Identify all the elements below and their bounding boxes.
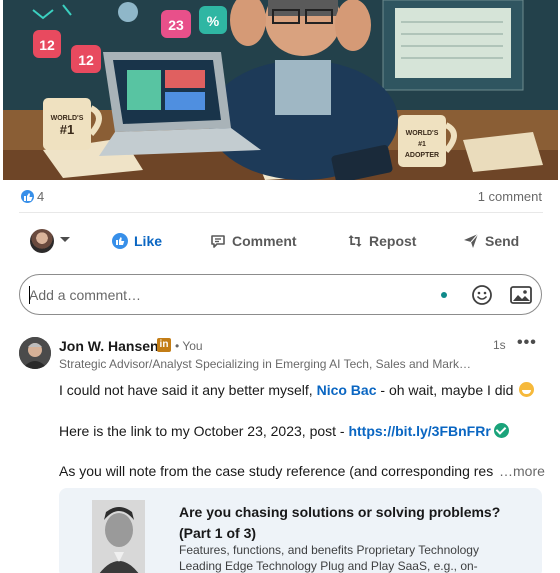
send-icon [464, 233, 479, 248]
comment-composer[interactable] [19, 274, 542, 315]
comment-timestamp: 1s [493, 338, 506, 352]
see-more-button[interactable]: …more [499, 463, 545, 479]
repost-label: Repost [369, 233, 417, 249]
comment-icon [211, 235, 225, 248]
comment-count[interactable]: 1 comment [478, 189, 542, 204]
send-label: Send [485, 233, 520, 249]
svg-text:WORLD'S: WORLD'S [51, 115, 84, 122]
comment-text-line2: Here is the link to my October 23, 2023,… [59, 423, 509, 439]
link-preview-card[interactable]: Are you chasing solutions or solving pro… [59, 488, 542, 573]
actor-avatar[interactable] [30, 229, 54, 253]
thumbs-up-icon [112, 233, 128, 249]
grinning-face-icon [519, 382, 535, 397]
divider [19, 212, 543, 213]
svg-text:#1: #1 [60, 122, 74, 137]
like-reaction-icon[interactable] [20, 189, 35, 204]
preview-title[interactable]: Are you chasing solutions or solving pro… [179, 502, 529, 544]
like-button[interactable]: Like [112, 230, 162, 252]
send-button[interactable]: Send [463, 230, 519, 252]
like-label: Like [134, 233, 163, 249]
emoji-icon[interactable] [471, 284, 493, 306]
preview-description: Features, functions, and benefits Propri… [179, 543, 479, 573]
mention-link[interactable]: Nico Bac [317, 382, 377, 398]
comment-text: I could not have said it any better myse… [59, 382, 317, 398]
post-actions: Like Comment Repost Send [20, 222, 542, 260]
svg-text:#1: #1 [418, 141, 426, 148]
repost-button[interactable]: Repost [347, 230, 416, 252]
comment-text-line3: As you will note from the case study ref… [59, 463, 494, 479]
svg-text:WORLD'S: WORLD'S [406, 130, 439, 137]
comment-input[interactable] [29, 284, 429, 306]
stressed-worker-illustration: 12 12 23 % WORLD'S #1 WORLD'S #1 ADOPTER [3, 0, 558, 180]
text-caret [29, 286, 30, 304]
comment-label: Comment [232, 233, 297, 249]
svg-text:12: 12 [78, 52, 94, 68]
commenter-headline: Strategic Advisor/Analyst Specializing i… [59, 357, 477, 371]
premium-badge: in [157, 338, 171, 352]
social-counts: 4 1 comment [20, 188, 542, 206]
preview-thumbnail [92, 500, 145, 573]
more-options-button[interactable]: ••• [517, 334, 537, 352]
presence-dot [441, 292, 447, 298]
comment-text: Here is the link to my October 23, 2023,… [59, 423, 349, 439]
reaction-count[interactable]: 4 [37, 189, 44, 204]
commenter-avatar[interactable] [19, 337, 51, 369]
svg-text:23: 23 [168, 17, 184, 33]
comment-button[interactable]: Comment [210, 230, 297, 252]
svg-text:ADOPTER: ADOPTER [405, 152, 439, 159]
post-image[interactable]: 12 12 23 % WORLD'S #1 WORLD'S #1 ADOPTER [3, 0, 558, 180]
post-link[interactable]: https://bit.ly/3FBnFRr [348, 423, 490, 439]
svg-text:%: % [207, 13, 220, 29]
chevron-down-icon[interactable] [60, 237, 70, 242]
photo-icon[interactable] [510, 285, 532, 305]
repost-icon [348, 235, 362, 247]
connection-degree: • You [175, 339, 203, 353]
comment-text: - oh wait, maybe I did [376, 382, 518, 398]
comment-text-line1: I could not have said it any better myse… [59, 382, 535, 398]
check-mark-icon [493, 423, 509, 438]
commenter-name[interactable]: Jon W. Hansen [59, 338, 159, 354]
svg-text:12: 12 [39, 37, 55, 53]
